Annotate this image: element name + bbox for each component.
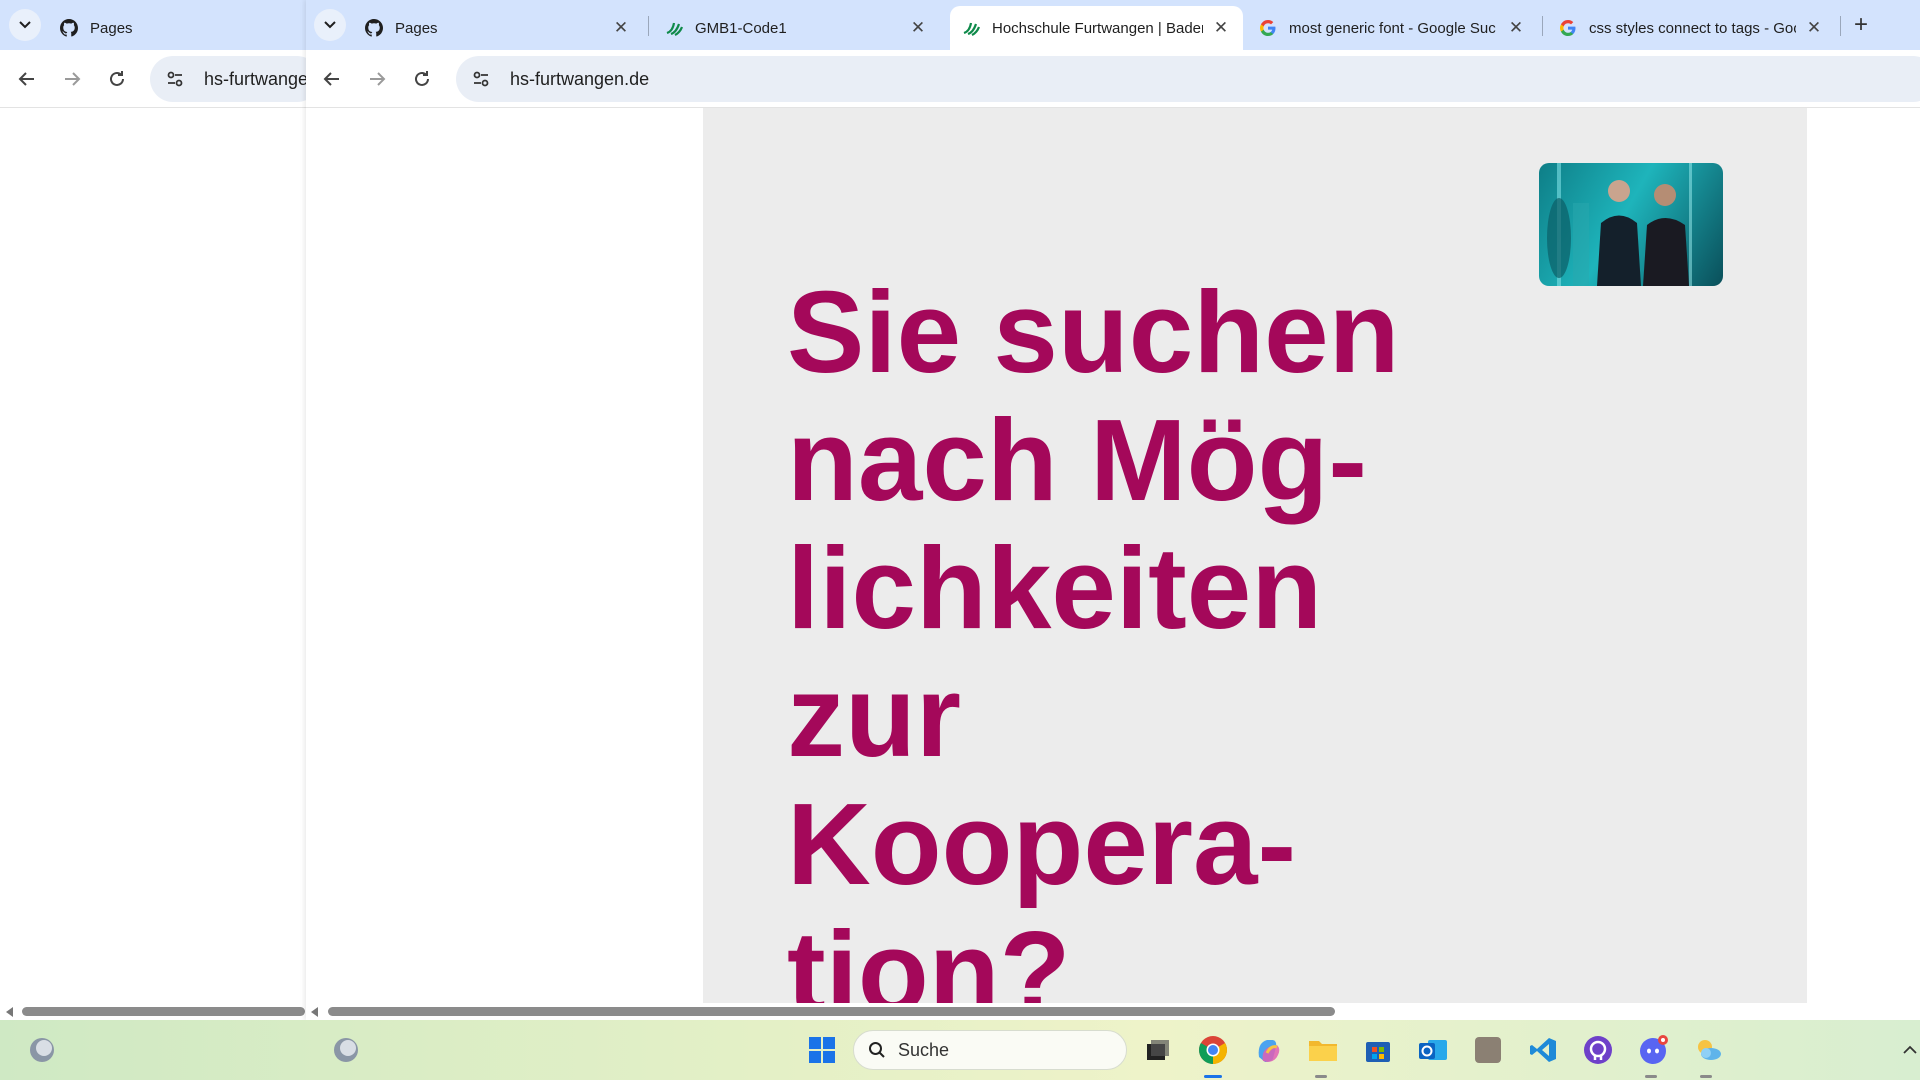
hero-headline: Sie suchen nach Mög- lichkeiten zur Koop… [787,268,1547,1003]
weather-app-icon[interactable] [1692,1034,1724,1066]
discord-icon[interactable] [1637,1034,1669,1066]
github-desktop-icon[interactable] [1582,1034,1614,1066]
url-text: hs-furtwangen [204,68,319,89]
new-tab-icon[interactable]: + [1846,10,1876,40]
reload-icon[interactable] [405,62,439,96]
headline-line: zur [787,651,961,781]
windows-taskbar: Suche [0,1020,1920,1080]
horizontal-scrollbar[interactable] [306,1003,1920,1020]
scrollbar-thumb[interactable] [328,1007,1335,1016]
chevron-down-icon [19,21,31,29]
tab-title: most generic font - Google Suc [1289,19,1496,37]
open-app-indicator [1645,1075,1657,1078]
google-icon [1259,19,1277,37]
open-app-indicator [1315,1075,1327,1078]
headline-line: tion? [787,907,1071,1003]
close-icon[interactable]: ✕ [611,18,631,38]
tab-title: css styles connect to tags - Goo [1589,19,1796,37]
background-tab-strip: Pages [0,0,306,50]
hero-photo [1539,163,1723,286]
task-view-icon[interactable] [1142,1034,1174,1066]
outlook-icon[interactable] [1417,1034,1449,1066]
chevron-up-icon[interactable] [1900,1034,1920,1066]
file-explorer-icon[interactable] [1307,1034,1339,1066]
tab-title: Pages [90,19,133,37]
back-icon[interactable] [315,62,349,96]
scroll-left-icon[interactable] [6,1007,13,1017]
scroll-left-icon[interactable] [311,1007,318,1017]
tab-title: GMB1-Code1 [695,19,787,37]
blank-app-icon[interactable] [1472,1034,1504,1066]
scrollbar-thumb[interactable] [22,1007,305,1016]
site-settings-icon[interactable] [466,64,496,94]
tab-separator [1840,16,1841,36]
hfu-leaf-icon [962,19,980,37]
tab-title: Pages [395,19,438,37]
close-icon[interactable]: ✕ [1506,18,1526,38]
page-viewport: Sie suchen nach Mög- lichkeiten zur Koop… [306,108,1920,1003]
search-icon [868,1041,886,1059]
vscode-icon[interactable] [1527,1034,1559,1066]
back-icon[interactable] [10,62,44,96]
tab-search-dropdown[interactable] [314,9,346,41]
headline-line: Sie suchen [787,267,1400,397]
headline-line: lichkeiten [787,523,1323,653]
tab-strip: Pages ✕ GMB1-Code1 ✕ Hochschule Furtwang… [306,0,1920,50]
hfu-leaf-icon [665,19,683,37]
close-icon[interactable]: ✕ [908,18,928,38]
active-app-indicator [1204,1075,1222,1078]
microsoft-store-icon[interactable] [1362,1034,1394,1066]
tab-title: Hochschule Furtwangen | Baden [992,19,1203,37]
tab-gmb1-code1[interactable]: GMB1-Code1 ✕ [653,6,940,50]
background-horizontal-scrollbar[interactable] [0,1003,306,1020]
chrome-icon[interactable] [1197,1034,1229,1066]
close-icon[interactable]: ✕ [1211,18,1231,38]
tab-pages[interactable]: Pages ✕ [353,6,643,50]
forward-icon[interactable] [360,62,394,96]
site-settings-icon[interactable] [160,64,190,94]
headline-line: Koopera- [787,779,1297,909]
github-icon [365,19,383,37]
copilot-icon[interactable] [1252,1034,1284,1066]
tab-most-generic-font[interactable]: most generic font - Google Suc ✕ [1247,6,1538,50]
background-toolbar: hs-furtwangen [0,50,320,108]
search-label: Suche [898,1039,950,1060]
address-bar[interactable]: hs-furtwangen.de [456,56,1920,102]
browser-toolbar: hs-furtwangen.de [306,50,1920,108]
headline-line: nach Mög- [787,395,1367,525]
tab-css-styles[interactable]: css styles connect to tags - Goo ✕ [1547,6,1836,50]
close-icon[interactable]: ✕ [1804,18,1824,38]
forward-icon[interactable] [55,62,89,96]
weather-widget-icon[interactable] [330,1034,362,1066]
taskbar-search[interactable]: Suche [853,1030,1127,1070]
tab-hochschule-furtwangen[interactable]: Hochschule Furtwangen | Baden ✕ [950,6,1243,50]
reload-icon[interactable] [100,62,134,96]
background-browser-window[interactable]: Pages hs-furtwangen [0,0,320,1020]
background-tab-pages[interactable]: Pages [48,6,298,50]
github-icon [60,19,78,37]
background-address-bar[interactable]: hs-furtwangen [150,56,320,102]
tab-separator [1542,16,1543,36]
browser-window: Pages ✕ GMB1-Code1 ✕ Hochschule Furtwang… [306,0,1920,1020]
google-icon [1559,19,1577,37]
tab-search-dropdown[interactable] [9,9,41,41]
open-app-indicator [1700,1075,1712,1078]
windows-start-icon[interactable] [806,1034,838,1066]
url-text: hs-furtwangen.de [510,68,650,89]
weather-widget-icon[interactable] [26,1034,58,1066]
tab-separator [648,16,649,36]
chevron-down-icon [324,21,336,29]
